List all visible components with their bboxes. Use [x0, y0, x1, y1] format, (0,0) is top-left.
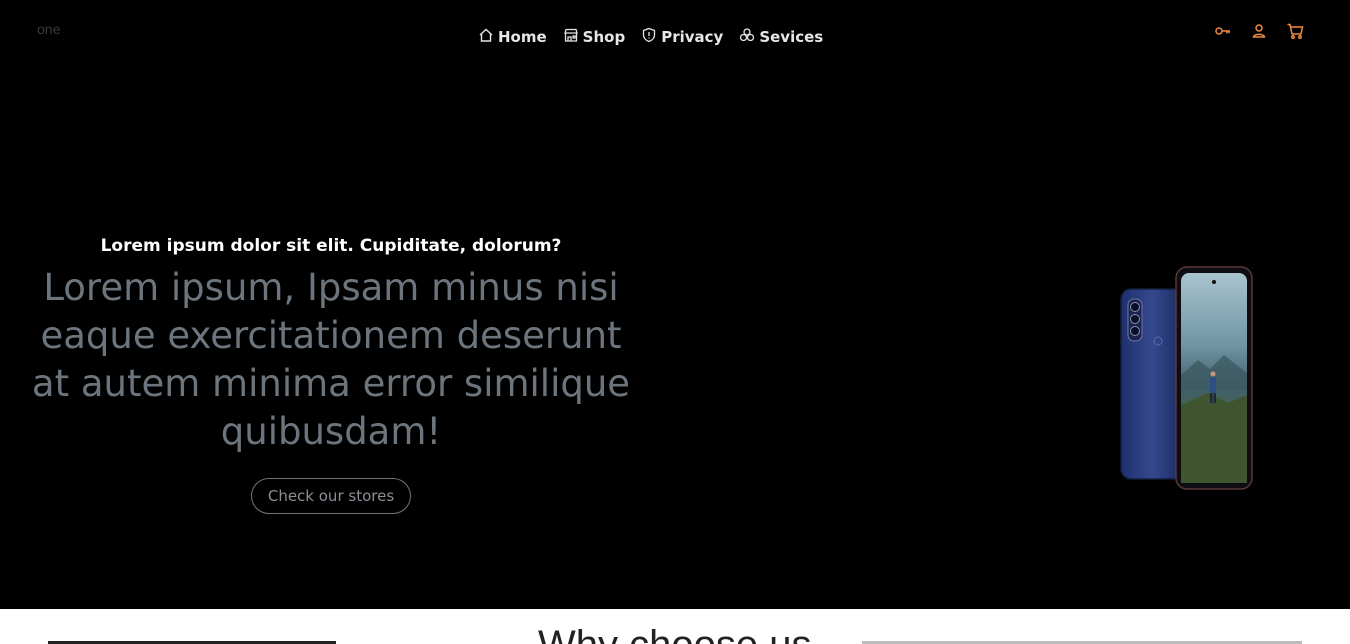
- nav-item-privacy[interactable]: Privacy: [641, 27, 723, 47]
- hero-headline: Lorem ipsum, Ipsam minus nisi eaque exer…: [31, 266, 631, 453]
- store-icon: [563, 27, 579, 47]
- hero-subtitle: Lorem ipsum dolor sit elit. Cupiditate, …: [100, 236, 562, 256]
- nav-label: Privacy: [661, 28, 724, 46]
- brand-logo[interactable]: one: [37, 21, 60, 37]
- hero-section: one Home Shop Privacy Sevices Lorem ipsu…: [0, 0, 1350, 609]
- shield-icon: [641, 27, 657, 47]
- header-actions: [1214, 22, 1304, 40]
- nav-item-services[interactable]: Sevices: [739, 27, 823, 47]
- key-icon[interactable]: [1214, 22, 1232, 40]
- nav-label: Home: [498, 28, 547, 46]
- smartphone-product-image: [1120, 266, 1253, 490]
- check-stores-button[interactable]: Check our stores: [250, 478, 412, 514]
- hero-content: Lorem ipsum dolor sit elit. Cupiditate, …: [20, 236, 642, 514]
- nav-label: Sevices: [759, 28, 824, 46]
- nav-item-shop[interactable]: Shop: [563, 27, 626, 47]
- cart-icon[interactable]: [1286, 22, 1304, 40]
- services-icon: [739, 27, 755, 47]
- nav-item-home[interactable]: Home: [478, 27, 547, 47]
- section-title: Why choose us: [538, 623, 811, 644]
- user-icon[interactable]: [1250, 22, 1268, 40]
- why-choose-us-section: Why choose us: [0, 609, 1350, 644]
- home-icon: [478, 27, 494, 47]
- nav-label: Shop: [582, 28, 626, 46]
- main-nav: Home Shop Privacy Sevices: [478, 27, 823, 47]
